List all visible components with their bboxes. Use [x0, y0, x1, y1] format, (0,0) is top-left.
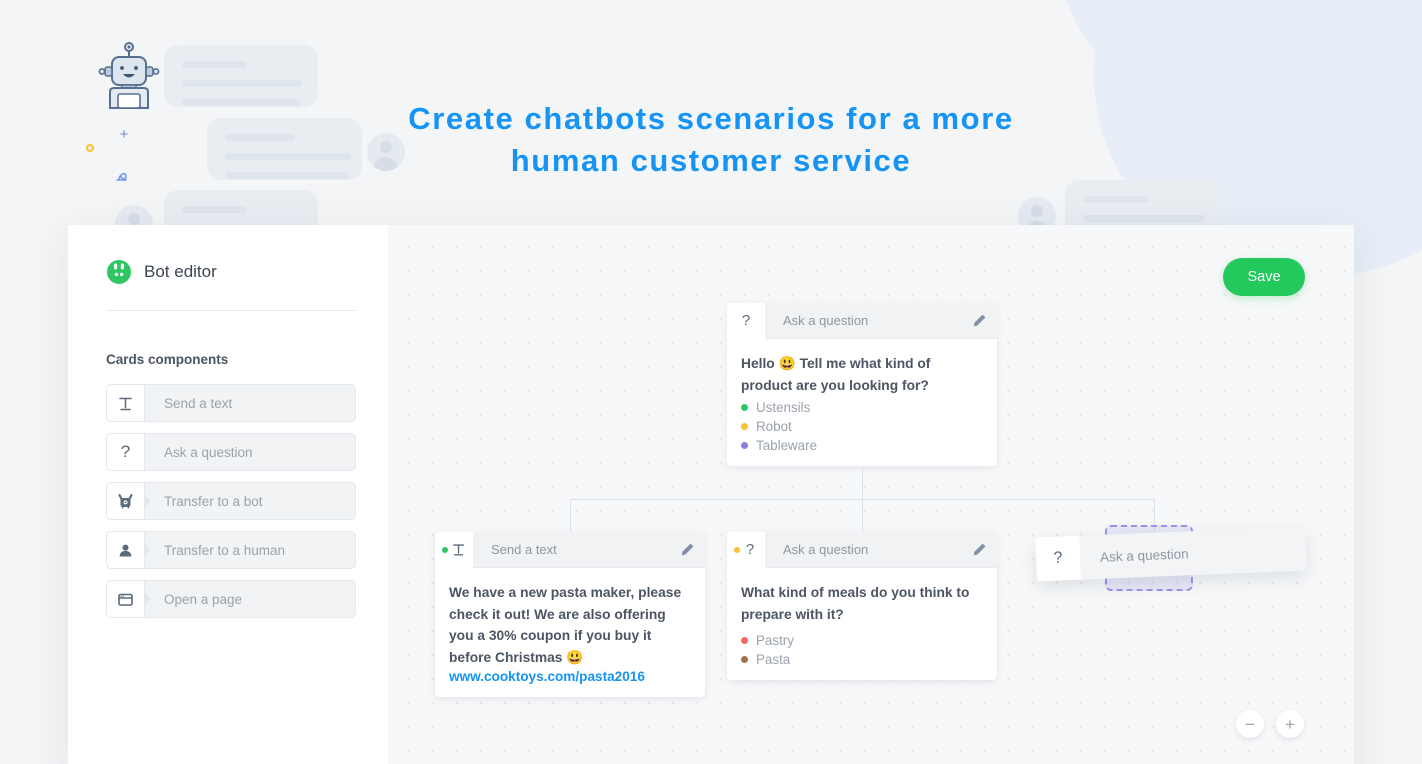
node-type-label: Ask a question	[783, 542, 869, 557]
bot-editor-window: Bot editor Cards components Send a text …	[68, 225, 1354, 764]
option-label: Robot	[756, 419, 792, 434]
bot-logo-icon	[107, 260, 131, 284]
node-text: Hello 😃 Tell me what kind of product are…	[741, 356, 931, 393]
dragged-card-ask-a-question[interactable]: ? Ask a question	[1035, 526, 1307, 582]
pencil-icon[interactable]	[961, 313, 997, 328]
flow-canvas[interactable]: Save ? Ask a question Hello 😃 Tell me wh…	[388, 225, 1354, 764]
zoom-controls: − +	[1236, 710, 1304, 738]
pencil-icon[interactable]	[669, 542, 705, 557]
option-color-dot	[741, 404, 748, 411]
brand: Bot editor	[106, 251, 356, 293]
node-text: What kind of meals do you think to prepa…	[741, 585, 970, 622]
page-root: + Create chatbots scenarios for a more h…	[0, 0, 1422, 764]
node-marker-dot	[442, 546, 448, 553]
skeleton-line	[182, 206, 247, 213]
option-label: Pasta	[756, 652, 791, 667]
component-label: Send a text	[164, 395, 233, 411]
option-color-dot	[741, 637, 748, 644]
component-label: Ask a question	[164, 444, 253, 460]
sidebar: Bot editor Cards components Send a text …	[68, 225, 388, 764]
connector-vertical-root	[862, 468, 863, 500]
skeleton-line	[182, 80, 302, 87]
option-label: Tableware	[756, 438, 818, 453]
text-icon	[435, 531, 473, 568]
component-open-a-page[interactable]: Open a page	[106, 580, 356, 618]
node-body: Hello 😃 Tell me what kind of product are…	[727, 339, 997, 466]
option-color-dot	[741, 423, 748, 430]
node-type-label: Send a text	[491, 542, 557, 557]
flow-node-meals-question[interactable]: ? Ask a question What kind of meals do y…	[727, 531, 997, 680]
robot-icon	[107, 483, 145, 519]
flow-node-root[interactable]: ? Ask a question Hello 😃 Tell me what ki…	[727, 302, 997, 466]
option-label: Pastry	[756, 633, 794, 648]
pencil-icon[interactable]	[961, 542, 997, 557]
node-type-label: Ask a question	[783, 313, 869, 328]
zoom-out-button[interactable]: −	[1236, 710, 1264, 738]
node-option[interactable]: Pasta	[741, 652, 983, 667]
component-transfer-to-a-human[interactable]: Transfer to a human	[106, 531, 356, 569]
page-headline: Create chatbots scenarios for a more hum…	[0, 98, 1422, 182]
skeleton-line	[182, 61, 247, 68]
cards-components-list: Send a text ? Ask a question Transfer to…	[106, 384, 356, 618]
question-mark-icon: ?	[727, 531, 765, 568]
question-mark-icon: ?	[107, 434, 145, 470]
dragged-card-label: Ask a question	[1099, 545, 1189, 565]
component-label: Transfer to a human	[164, 542, 286, 558]
option-color-dot	[741, 656, 748, 663]
skeleton-line	[1083, 215, 1205, 222]
brand-title: Bot editor	[144, 262, 217, 281]
component-transfer-to-a-bot[interactable]: Transfer to a bot	[106, 482, 356, 520]
node-link[interactable]: www.cooktoys.com/pasta2016	[449, 669, 691, 684]
question-mark-icon: ?	[1035, 535, 1081, 582]
component-ask-a-question[interactable]: ? Ask a question	[106, 433, 356, 471]
node-option[interactable]: Ustensils	[741, 400, 983, 415]
node-marker-dot	[734, 546, 740, 553]
save-button[interactable]: Save	[1223, 258, 1305, 296]
person-icon	[107, 532, 145, 568]
component-send-a-text[interactable]: Send a text	[106, 384, 356, 422]
question-mark-icon: ?	[727, 302, 765, 339]
connector-vertical-middle	[862, 499, 863, 532]
cards-components-label: Cards components	[106, 352, 229, 367]
browser-window-icon	[107, 581, 145, 617]
headline-line-2: human customer service	[510, 143, 912, 178]
node-option[interactable]: Tableware	[741, 438, 983, 453]
option-label: Ustensils	[756, 400, 811, 415]
skeleton-line	[1083, 196, 1149, 203]
component-label: Open a page	[164, 591, 243, 607]
component-label: Transfer to a bot	[164, 493, 263, 509]
node-body: What kind of meals do you think to prepa…	[727, 568, 997, 680]
node-option[interactable]: Robot	[741, 419, 983, 434]
node-header: Send a text	[435, 531, 705, 568]
node-text: We have a new pasta maker, please check …	[449, 585, 682, 665]
node-header: ? Ask a question	[727, 531, 997, 568]
divider	[106, 310, 356, 311]
node-header: ? Ask a question	[727, 302, 997, 339]
headline-line-1: Create chatbots scenarios for a more	[408, 101, 1014, 136]
node-option[interactable]: Pastry	[741, 633, 983, 648]
zoom-in-button[interactable]: +	[1276, 710, 1304, 738]
flow-node-send-a-text[interactable]: Send a text We have a new pasta maker, p…	[435, 531, 705, 697]
text-icon	[107, 385, 145, 421]
connector-vertical-left	[570, 499, 571, 532]
option-color-dot	[741, 442, 748, 449]
node-body: We have a new pasta maker, please check …	[435, 568, 705, 697]
